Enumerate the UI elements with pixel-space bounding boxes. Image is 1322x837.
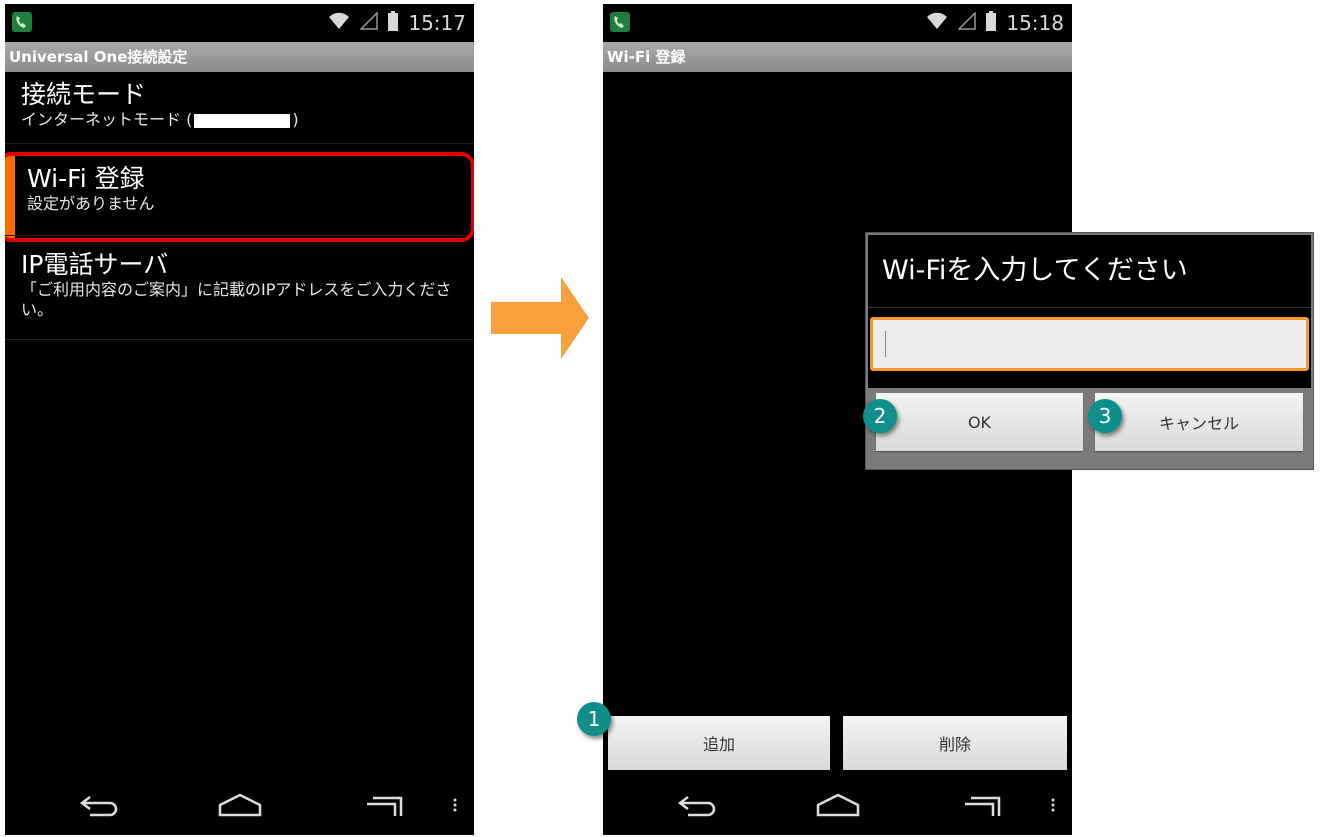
back-icon[interactable]: [75, 785, 125, 825]
back-icon[interactable]: [673, 785, 723, 825]
battery-icon: [986, 11, 997, 35]
nav-bar: [5, 775, 474, 835]
dialog-body: [868, 308, 1311, 388]
ok-button[interactable]: OK: [876, 393, 1083, 451]
redacted-block: [194, 113, 291, 128]
phone-screen-settings: 15:17 Universal One接続設定 接続モード インターネットモード…: [5, 4, 474, 835]
status-time: 15:18: [1006, 11, 1064, 35]
signal-icon: [957, 11, 977, 34]
step-badge-2: 2: [863, 399, 897, 433]
delete-button[interactable]: 削除: [843, 716, 1067, 770]
pref-title: 接続モード: [21, 80, 147, 109]
status-bar: 15:18: [603, 4, 1072, 42]
nav-bar: [603, 775, 1072, 835]
wifi-icon: [328, 12, 350, 34]
screen-title: Wi-Fi 登録: [603, 42, 1072, 72]
status-time: 15:17: [408, 11, 466, 35]
pref-ip-phone-server[interactable]: IP電話サーバ 「ご利用内容のご案内」に記載のIPアドレスをご入力ください。: [5, 250, 474, 340]
add-button[interactable]: 追加: [608, 716, 830, 770]
signal-icon: [359, 11, 379, 34]
status-bar: 15:17: [5, 4, 474, 42]
step-badge-1: 1: [577, 702, 611, 736]
pref-summary: 「ご利用内容のご案内」に記載のIPアドレスをご入力ください。: [21, 280, 452, 319]
highlight-box: [5, 152, 474, 242]
wifi-icon: [926, 12, 948, 34]
dialog-title: Wi-Fiを入力してください: [868, 235, 1311, 307]
battery-icon: [388, 11, 399, 35]
home-icon[interactable]: [813, 785, 863, 825]
home-icon[interactable]: [215, 785, 265, 825]
wifi-input-field[interactable]: [870, 317, 1309, 371]
menu-icon[interactable]: [445, 785, 465, 825]
step-badge-3: 3: [1088, 399, 1122, 433]
pref-summary: インターネットモード (): [21, 110, 299, 129]
cancel-button[interactable]: キャンセル: [1095, 393, 1303, 451]
screen-title: Universal One接続設定: [5, 42, 474, 72]
wifi-input-dialog: Wi-Fiを入力してください OK キャンセル: [866, 233, 1313, 469]
app-icon: [12, 12, 32, 32]
app-icon: [610, 12, 630, 32]
menu-icon[interactable]: [1043, 785, 1063, 825]
pref-title: IP電話サーバ: [21, 250, 169, 279]
recents-icon[interactable]: [360, 785, 410, 825]
recents-icon[interactable]: [958, 785, 1008, 825]
pref-connection-mode[interactable]: 接続モード インターネットモード (): [5, 80, 474, 144]
text-cursor: [885, 331, 886, 357]
arrow-right-icon: [491, 277, 589, 363]
